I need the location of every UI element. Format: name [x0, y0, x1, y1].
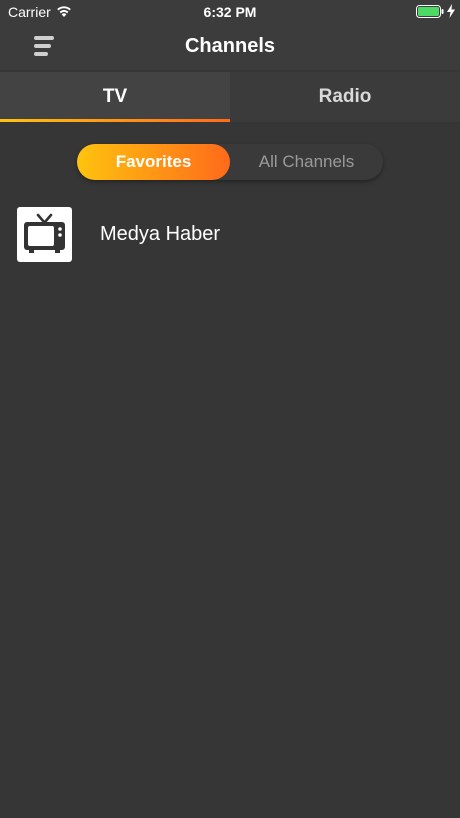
status-time: 6:32 PM [203, 4, 257, 20]
tab-tv-label: TV [102, 86, 128, 107]
battery-icon [416, 5, 444, 18]
favorites-segment[interactable]: Favorites [77, 144, 230, 180]
tab-radio[interactable]: Radio [230, 72, 460, 122]
all-channels-segment[interactable]: All Channels [230, 144, 383, 180]
channel-thumbnail [17, 207, 72, 262]
tab-bar: TV Radio [0, 72, 460, 122]
nav-header: Channels [0, 24, 460, 70]
status-bar: Carrier 6:32 PM [0, 0, 460, 24]
channel-name: Medya Haber [100, 223, 221, 245]
channel-list: Medya Haber [0, 200, 460, 270]
list-item[interactable]: Medya Haber [0, 200, 460, 270]
channel-filter-toggle: Favorites All Channels [77, 144, 383, 180]
television-icon [24, 213, 65, 253]
tab-tv[interactable]: TV [0, 72, 230, 122]
tab-active-indicator [0, 119, 230, 122]
page-title: Channels [184, 35, 276, 57]
app-screen: Carrier 6:32 PM Channels TV Radio Favori… [0, 0, 460, 818]
tab-radio-label: Radio [318, 86, 372, 107]
charging-bolt-icon [447, 4, 455, 18]
